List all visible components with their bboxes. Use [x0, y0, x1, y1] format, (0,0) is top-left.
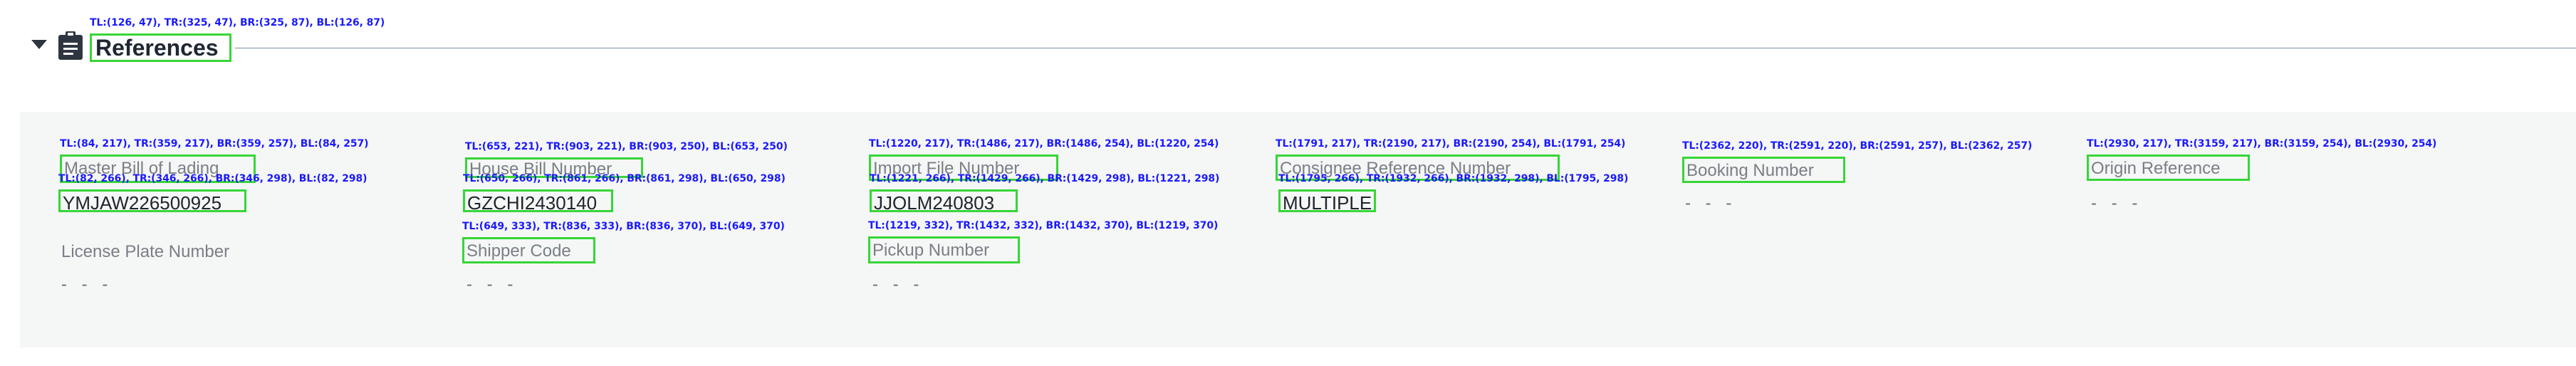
consignee-ref-value: MULTIPLE — [1283, 192, 1372, 214]
import-file-value-annotation: TL:(1221, 266), TR:(1429, 266), BR:(1429… — [870, 173, 1220, 184]
collapse-toggle-icon[interactable] — [31, 40, 47, 49]
origin-ref-label-box: Origin Reference — [2087, 155, 2250, 181]
shipper-code-value: - - - — [466, 275, 518, 294]
booking-label-box: Booking Number — [1682, 157, 1845, 183]
booking-value: - - - — [1685, 194, 1737, 213]
mbl-value: YMJAW226500925 — [63, 192, 222, 214]
import-file-label-annotation: TL:(1220, 217), TR:(1486, 217), BR:(1486… — [869, 138, 1219, 150]
license-plate-value: - - - — [61, 275, 113, 294]
section-title: References — [90, 33, 231, 62]
consignee-ref-value-annotation: TL:(1795, 266), TR:(1932, 266), BR:(1932… — [1278, 173, 1629, 184]
origin-ref-label: Origin Reference — [2091, 159, 2221, 178]
license-plate-label: License Plate Number — [61, 242, 230, 261]
section-title-annotation: TL:(126, 47), TR:(325, 47), BR:(325, 87)… — [90, 17, 385, 28]
booking-label-annotation: TL:(2362, 220), TR:(2591, 220), BR:(2591… — [1682, 140, 2033, 152]
hbl-value: GZCHI2430140 — [467, 192, 598, 214]
hbl-value-box: GZCHI2430140 — [463, 189, 613, 212]
shipper-code-label-box: Shipper Code — [462, 237, 595, 263]
origin-ref-value: - - - — [2091, 194, 2143, 213]
clipboard-icon — [58, 31, 83, 60]
origin-ref-label-annotation: TL:(2930, 217), TR:(3159, 217), BR:(3159… — [2087, 138, 2437, 150]
import-file-value-box: JJOLM240803 — [870, 189, 1018, 212]
mbl-label-annotation: TL:(84, 217), TR:(359, 217), BR:(359, 25… — [60, 138, 369, 150]
mbl-value-annotation: TL:(82, 266), TR:(346, 266), BR:(346, 29… — [58, 173, 367, 184]
hbl-label-annotation: TL:(653, 221), TR:(903, 221), BR:(903, 2… — [465, 141, 788, 152]
pickup-label-box: Pickup Number — [868, 236, 1020, 263]
pickup-value: - - - — [872, 275, 924, 294]
pickup-label: Pickup Number — [872, 241, 990, 260]
consignee-ref-label-annotation: TL:(1791, 217), TR:(2190, 217), BR:(2190… — [1276, 138, 1626, 150]
hbl-value-annotation: TL:(650, 266), TR:(861, 266), BR:(861, 2… — [463, 173, 786, 184]
mbl-value-box: YMJAW226500925 — [58, 189, 246, 212]
shipper-code-label-annotation: TL:(649, 333), TR:(836, 333), BR:(836, 3… — [462, 221, 785, 232]
consignee-ref-value-box: MULTIPLE — [1278, 189, 1376, 212]
pickup-label-annotation: TL:(1219, 332), TR:(1432, 332), BR:(1432… — [868, 220, 1219, 231]
section-title-text: References — [95, 35, 219, 61]
shipper-code-label: Shipper Code — [466, 241, 571, 261]
booking-label: Booking Number — [1686, 161, 1814, 180]
import-file-value: JJOLM240803 — [874, 192, 995, 214]
